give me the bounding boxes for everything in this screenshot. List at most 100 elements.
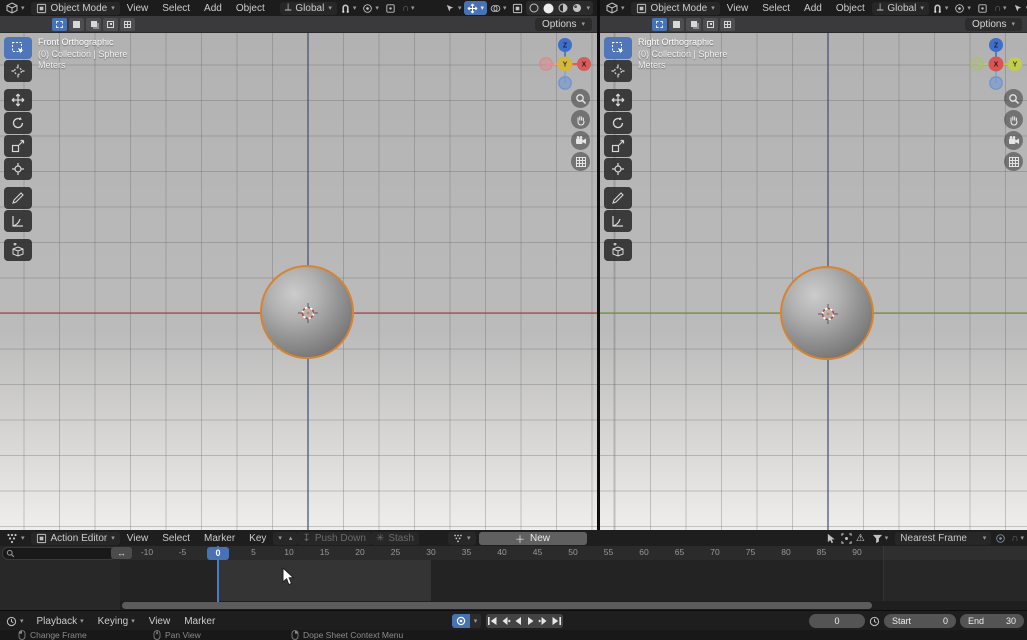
tool-measure[interactable] [604, 210, 632, 232]
end-frame-field[interactable]: End 30 [960, 614, 1024, 628]
navigation-gizmo[interactable]: Z Y X [968, 36, 1024, 92]
show-gizmo-button[interactable]: ▾ [442, 0, 465, 16]
shading-material-icon[interactable] [558, 3, 568, 13]
menu-object[interactable]: Object [229, 3, 272, 14]
viewport-canvas-front[interactable]: Front Orthographic (0) Collection | Sphe… [0, 33, 597, 530]
tool-scale[interactable] [4, 135, 32, 157]
tool-rotate[interactable] [604, 112, 632, 134]
menu-add[interactable]: Add [797, 3, 829, 14]
select-mode-invert[interactable] [103, 18, 118, 31]
tool-move[interactable] [4, 89, 32, 111]
menu-marker[interactable]: Marker [177, 616, 222, 627]
warning-icon[interactable]: ⚠ [856, 533, 865, 544]
snap-target-button[interactable] [382, 0, 399, 16]
select-mode-subtract[interactable] [86, 18, 101, 31]
pan-button[interactable] [1004, 110, 1023, 129]
move-down-icon[interactable]: ▾ [278, 535, 282, 542]
jump-to-end-button[interactable] [551, 614, 563, 628]
tool-measure[interactable] [4, 210, 32, 232]
select-mode-extend[interactable] [669, 18, 684, 31]
menu-select[interactable]: Select [155, 3, 197, 14]
camera-view-button[interactable] [571, 131, 590, 150]
play-button[interactable] [525, 614, 537, 628]
gizmo-axis-y-neg[interactable] [971, 58, 983, 70]
shading-rendered-icon[interactable] [572, 3, 582, 13]
new-action-button[interactable]: ＋ New [479, 532, 587, 545]
editor-type-button[interactable]: ▾ [600, 2, 631, 14]
overlays-toggle[interactable]: ▾ [487, 0, 510, 16]
shading-wireframe-icon[interactable] [529, 3, 539, 13]
editor-type-button[interactable]: ▾ [0, 616, 30, 627]
menu-view[interactable]: View [120, 533, 156, 544]
jump-to-start-button[interactable] [486, 614, 498, 628]
perspective-toggle-button[interactable] [1004, 152, 1023, 171]
falloff-button[interactable]: ∩ ▾ [1010, 530, 1025, 546]
proportional-falloff-button[interactable]: ∩ ▾ [991, 0, 1010, 16]
select-mode-tweak[interactable] [652, 18, 667, 31]
select-mode-invert[interactable] [703, 18, 718, 31]
select-mode-tweak[interactable] [52, 18, 67, 31]
options-button[interactable]: Options ▾ [965, 18, 1022, 31]
start-frame-field[interactable]: Start 0 [884, 614, 956, 628]
tool-select-box[interactable] [4, 37, 32, 59]
dope-sheet-mode-select[interactable]: Action Editor ▾ [31, 532, 120, 545]
playhead-snap-icon[interactable] [826, 533, 837, 544]
editor-type-button[interactable]: ▾ [0, 2, 31, 14]
zoom-button[interactable] [571, 89, 590, 108]
tool-add-cube[interactable] [604, 239, 632, 261]
tool-annotate[interactable] [4, 187, 32, 209]
snap-toggle[interactable]: ▾ [929, 0, 952, 16]
filter-button[interactable]: ▾ [869, 530, 892, 546]
tool-transform[interactable] [4, 158, 32, 180]
shading-solid-icon[interactable] [543, 3, 554, 14]
menu-playback[interactable]: Playback ▾ [30, 616, 91, 627]
play-reverse-button[interactable] [512, 614, 524, 628]
select-mode-subtract[interactable] [686, 18, 701, 31]
gizmo-toggle[interactable]: ▾ [464, 1, 487, 15]
mode-select[interactable]: Object Mode ▾ [31, 2, 120, 15]
menu-view[interactable]: View [720, 3, 756, 14]
menu-marker[interactable]: Marker [197, 533, 242, 544]
editor-type-button[interactable]: ▾ [0, 532, 31, 544]
auto-keying-toggle[interactable] [452, 614, 470, 628]
options-button[interactable]: Options ▾ [535, 18, 592, 31]
select-mode-extend[interactable] [69, 18, 84, 31]
gizmo-axis-x-neg[interactable] [540, 58, 552, 70]
menu-key[interactable]: Key [242, 533, 273, 544]
channel-search-input[interactable] [2, 547, 116, 560]
show-gizmo-button[interactable]: ▾ [1010, 0, 1027, 16]
frame-all-icon[interactable] [841, 533, 852, 544]
pan-button[interactable] [571, 110, 590, 129]
push-down-button[interactable]: ↧ Push Down [297, 532, 371, 545]
move-up-icon[interactable]: ▴ [289, 535, 293, 542]
mode-select[interactable]: Object Mode ▾ [631, 2, 720, 15]
tool-cursor[interactable] [604, 60, 632, 82]
menu-select[interactable]: Select [755, 3, 797, 14]
menu-add[interactable]: Add [197, 3, 229, 14]
tool-cursor[interactable] [4, 60, 32, 82]
prev-keyframe-button[interactable] [499, 614, 511, 628]
tool-scale[interactable] [604, 135, 632, 157]
gizmo-axis-z-neg[interactable] [559, 77, 571, 89]
tool-move[interactable] [604, 89, 632, 111]
snap-mode-select[interactable]: Nearest Frame ▾ [895, 532, 991, 545]
tool-transform[interactable] [604, 158, 632, 180]
proportional-edit-icon[interactable] [995, 533, 1006, 544]
zoom-button[interactable] [1004, 89, 1023, 108]
current-frame-badge[interactable]: 0 [207, 547, 229, 560]
transform-orientation-select[interactable]: ⟂ Global ▾ [872, 2, 929, 15]
auto-keying-options[interactable]: ▾ [470, 614, 481, 628]
horizontal-scrollbar[interactable] [122, 602, 872, 609]
tool-select-box[interactable] [604, 37, 632, 59]
stash-button[interactable]: ✳ Stash [371, 532, 419, 545]
tool-add-cube[interactable] [4, 239, 32, 261]
proportional-falloff-button[interactable]: ∩ ▾ [399, 0, 418, 16]
perspective-toggle-button[interactable] [571, 152, 590, 171]
camera-view-button[interactable] [1004, 131, 1023, 150]
tool-annotate[interactable] [604, 187, 632, 209]
proportional-edit-toggle[interactable]: ▾ [359, 0, 382, 16]
transform-orientation-select[interactable]: ⟂ Global ▾ [280, 2, 337, 15]
expand-channels-button[interactable]: ↔ [111, 547, 132, 559]
menu-view[interactable]: View [142, 616, 178, 627]
menu-select[interactable]: Select [155, 533, 197, 544]
